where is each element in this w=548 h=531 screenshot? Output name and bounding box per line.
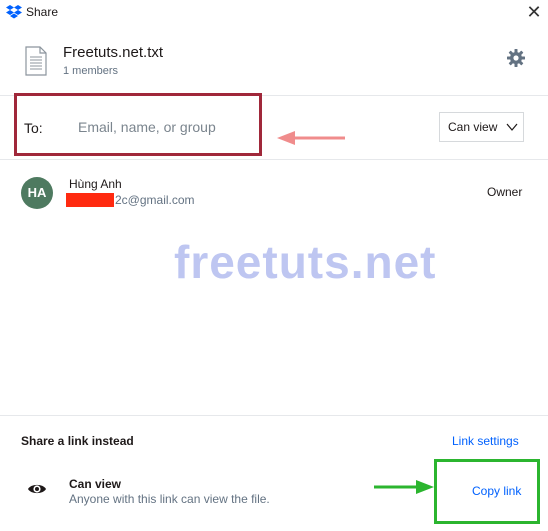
member-name: Hùng Anh bbox=[69, 177, 122, 191]
gear-icon[interactable] bbox=[506, 48, 526, 68]
to-label: To: bbox=[24, 120, 43, 136]
dropbox-logo-icon bbox=[6, 5, 22, 19]
copy-link-button[interactable]: Copy link bbox=[472, 484, 521, 498]
divider bbox=[0, 159, 548, 160]
window-title: Share bbox=[26, 5, 59, 19]
permission-dropdown[interactable]: Can view bbox=[439, 112, 524, 142]
arrow-right-icon bbox=[374, 480, 434, 494]
email-redaction bbox=[66, 193, 114, 207]
member-count: 1 members bbox=[63, 65, 119, 77]
link-description: Anyone with this link can view the file. bbox=[69, 492, 270, 506]
share-link-heading: Share a link instead bbox=[21, 434, 134, 448]
arrow-left-icon bbox=[277, 131, 345, 145]
file-name: Freetuts.net.txt bbox=[63, 44, 164, 61]
avatar: HA bbox=[21, 177, 53, 209]
chevron-down-icon bbox=[506, 123, 518, 131]
link-settings-link[interactable]: Link settings bbox=[452, 434, 519, 448]
permission-dropdown-label: Can view bbox=[448, 120, 498, 134]
divider bbox=[0, 415, 548, 416]
watermark: freetuts.net bbox=[174, 236, 437, 288]
close-icon[interactable]: ✕ bbox=[524, 2, 544, 22]
member-email: 2c@gmail.com bbox=[115, 193, 195, 207]
file-icon bbox=[25, 46, 47, 76]
member-role: Owner bbox=[487, 185, 523, 199]
eye-icon bbox=[28, 484, 46, 494]
title-bar: Share ✕ bbox=[0, 0, 548, 26]
link-permission: Can view bbox=[69, 477, 122, 491]
recipient-input[interactable] bbox=[72, 114, 258, 140]
